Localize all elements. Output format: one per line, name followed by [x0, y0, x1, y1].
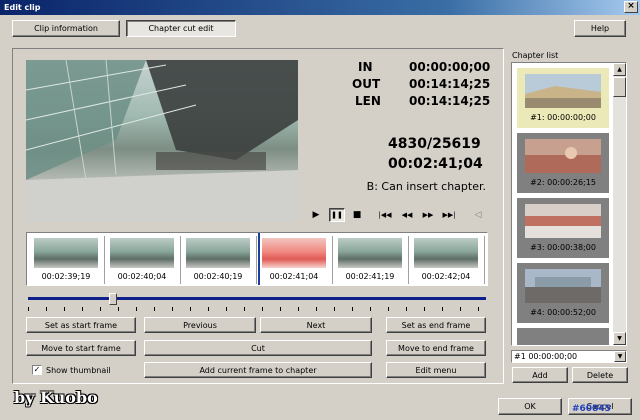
filmstrip-frame[interactable]: 00:02:41;19	[334, 236, 409, 284]
timeline-ticks	[28, 307, 486, 311]
image-code: #60845	[572, 404, 611, 414]
status-message: B: Can insert chapter.	[366, 180, 486, 193]
chapter-thumbnail	[525, 269, 601, 303]
chapter-label: #2: 00:00:26;15	[530, 178, 596, 187]
scroll-down-icon[interactable]: ▼	[613, 332, 626, 345]
volume-icon[interactable]: ◁	[470, 208, 486, 222]
frame-timecode: 00:02:40;04	[117, 272, 167, 281]
next-button[interactable]: Next	[260, 317, 372, 333]
current-frame-marker	[258, 233, 260, 285]
chapter-item[interactable]	[517, 328, 609, 345]
current-timecode: 00:02:41;04	[388, 156, 483, 172]
scroll-thumb[interactable]	[613, 77, 626, 97]
timeline-slider-track[interactable]	[28, 297, 486, 300]
frame-timecode: 00:02:42;04	[421, 272, 471, 281]
help-button[interactable]: Help	[574, 20, 626, 37]
frame-timecode: 00:02:39;19	[41, 272, 91, 281]
chapter-item[interactable]: #3: 00:00:38;00	[517, 198, 609, 258]
chapter-item[interactable]: #2: 00:00:26;15	[517, 133, 609, 193]
filmstrip-frame-selected[interactable]: 00:02:41;04	[258, 236, 333, 284]
show-thumbnail-label: Show thumbnail	[46, 366, 111, 375]
timeline-slider-handle[interactable]	[109, 293, 117, 305]
show-thumbnail-checkbox[interactable]: ✓	[32, 365, 42, 375]
add-chapter-button[interactable]: Add	[512, 367, 568, 383]
chapter-label: #1: 00:00:00;00	[530, 113, 596, 122]
chapter-select[interactable]: #1 00:00:00;00 ▼	[511, 350, 627, 363]
move-to-end-frame-button[interactable]: Move to end frame	[386, 340, 486, 356]
filmstrip-frame[interactable]: 00:02:39;19	[30, 236, 105, 284]
frame-timecode: 00:02:41;04	[269, 272, 319, 281]
edit-menu-button[interactable]: Edit menu	[386, 362, 486, 378]
out-value: 00:14:14;25	[409, 77, 491, 91]
close-icon[interactable]: ×	[624, 1, 638, 13]
chapter-label: #4: 00:00:52;00	[530, 308, 596, 317]
len-value: 00:14:14;25	[409, 94, 491, 108]
title-bar: Edit clip ×	[0, 0, 640, 15]
move-to-start-frame-button[interactable]: Move to start frame	[26, 340, 136, 356]
scroll-up-icon[interactable]: ▲	[613, 63, 626, 76]
in-label: IN	[358, 60, 373, 74]
chapter-item[interactable]: #4: 00:00:52;00	[517, 263, 609, 323]
filmstrip-frame[interactable]: 00:02:42;04	[410, 236, 485, 284]
cut-button[interactable]: Cut	[144, 340, 372, 356]
video-preview	[26, 60, 298, 222]
rewind-icon[interactable]: ◀◀	[399, 208, 415, 222]
chevron-down-icon[interactable]: ▼	[614, 351, 626, 362]
next-chapter-icon[interactable]: ▶▶|	[441, 208, 457, 222]
len-label: LEN	[355, 94, 381, 108]
set-start-frame-button[interactable]: Set as start frame	[26, 317, 136, 333]
delete-chapter-button[interactable]: Delete	[572, 367, 628, 383]
chapter-list-title: Chapter list	[512, 51, 559, 60]
window-title: Edit clip	[4, 3, 41, 12]
out-label: OUT	[352, 77, 381, 91]
tab-clip-information[interactable]: Clip information	[12, 20, 120, 37]
preview-scene	[26, 60, 298, 222]
chapter-thumbnail	[525, 204, 601, 238]
chapter-item[interactable]: #1: 00:00:00;00	[517, 68, 609, 128]
set-end-frame-button[interactable]: Set as end frame	[386, 317, 486, 333]
watermark-text: by Kuobo	[14, 388, 98, 407]
edit-clip-window: Edit clip × Clip information Chapter cut…	[0, 0, 640, 420]
in-value: 00:00:00;00	[409, 60, 491, 74]
frame-timecode: 00:02:41;19	[345, 272, 395, 281]
chapter-list: #1: 00:00:00;00 #2: 00:00:26;15 #3: 00:0…	[511, 62, 627, 346]
frame-counter: 4830/25619	[388, 136, 481, 152]
chapter-select-value: #1 00:00:00;00	[514, 352, 578, 361]
chapter-list-scrollbar[interactable]: ▲ ▼	[613, 63, 626, 345]
chapter-thumbnail	[525, 74, 601, 108]
add-frame-to-chapter-button[interactable]: Add current frame to chapter	[144, 362, 372, 378]
pause-icon[interactable]: ❚❚	[329, 208, 345, 222]
chapter-label: #3: 00:00:38;00	[530, 243, 596, 252]
filmstrip-frame[interactable]: 00:02:40;19	[182, 236, 257, 284]
filmstrip: 00:02:39;19 00:02:40;04 00:02:40;19 00:0…	[26, 232, 488, 286]
play-icon[interactable]: ▶	[308, 208, 324, 222]
stop-icon[interactable]: ■	[349, 208, 365, 222]
chapter-thumbnail	[525, 139, 601, 173]
previous-button[interactable]: Previous	[144, 317, 256, 333]
frame-timecode: 00:02:40;19	[193, 272, 243, 281]
ok-button[interactable]: OK	[498, 398, 562, 415]
fast-forward-icon[interactable]: ▶▶	[420, 208, 436, 222]
prev-chapter-icon[interactable]: |◀◀	[377, 208, 393, 222]
tab-chapter-cut-edit[interactable]: Chapter cut edit	[126, 20, 236, 37]
filmstrip-frame[interactable]: 00:02:40;04	[106, 236, 181, 284]
